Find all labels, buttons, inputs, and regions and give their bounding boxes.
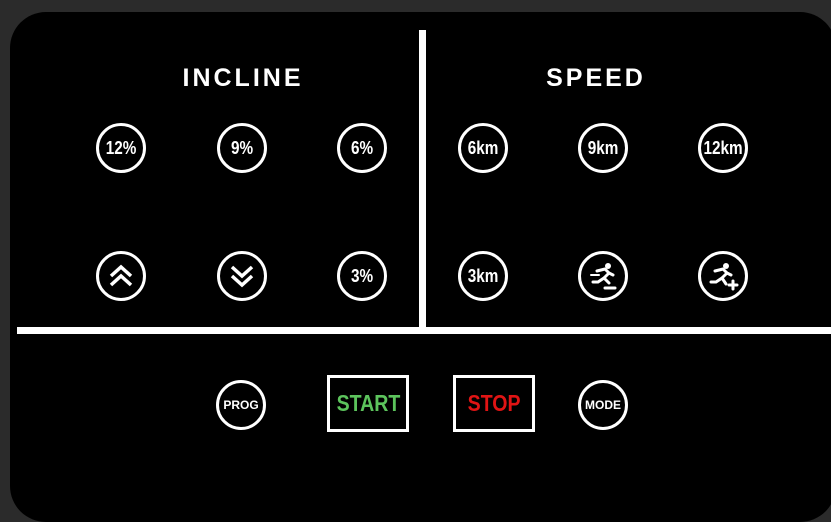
incline-title: INCLINE [182, 64, 304, 92]
double-chevron-up-icon [109, 264, 133, 287]
speed-3km-button[interactable]: 3km [458, 251, 508, 301]
speed-12km-button[interactable]: 12km [698, 123, 748, 173]
incline-12-label: 12% [105, 137, 137, 158]
incline-6-button[interactable]: 6% [337, 123, 387, 173]
runner-plus-icon [709, 263, 739, 291]
speed-6km-button[interactable]: 6km [458, 123, 508, 173]
prog-button[interactable]: PROG [216, 380, 266, 430]
horizontal-divider [17, 327, 831, 334]
speed-9km-button[interactable]: 9km [578, 123, 628, 173]
incline-9-button[interactable]: 9% [217, 123, 267, 173]
start-label: START [336, 390, 400, 416]
speed-6km-label: 6km [467, 137, 499, 158]
incline-up-button[interactable] [96, 251, 146, 301]
incline-9-label: 9% [230, 137, 254, 158]
mode-label: MODE [585, 398, 621, 412]
mode-button[interactable]: MODE [578, 380, 628, 430]
vertical-divider [419, 30, 426, 327]
stop-button[interactable]: STOP [453, 375, 535, 432]
speed-9km-label: 9km [587, 137, 619, 158]
incline-down-button[interactable] [217, 251, 267, 301]
start-button[interactable]: START [327, 375, 409, 432]
stop-label: STOP [467, 390, 521, 416]
incline-3-label: 3% [350, 265, 374, 286]
double-chevron-down-icon [230, 265, 254, 288]
speed-title: SPEED [546, 64, 646, 92]
speed-down-button[interactable] [578, 251, 628, 301]
incline-3-button[interactable]: 3% [337, 251, 387, 301]
runner-minus-icon [590, 263, 617, 290]
prog-label: PROG [223, 398, 259, 412]
speed-up-button[interactable] [698, 251, 748, 301]
incline-6-label: 6% [350, 137, 374, 158]
speed-12km-label: 12km [703, 137, 743, 158]
speed-3km-label: 3km [467, 265, 499, 286]
incline-12-button[interactable]: 12% [96, 123, 146, 173]
